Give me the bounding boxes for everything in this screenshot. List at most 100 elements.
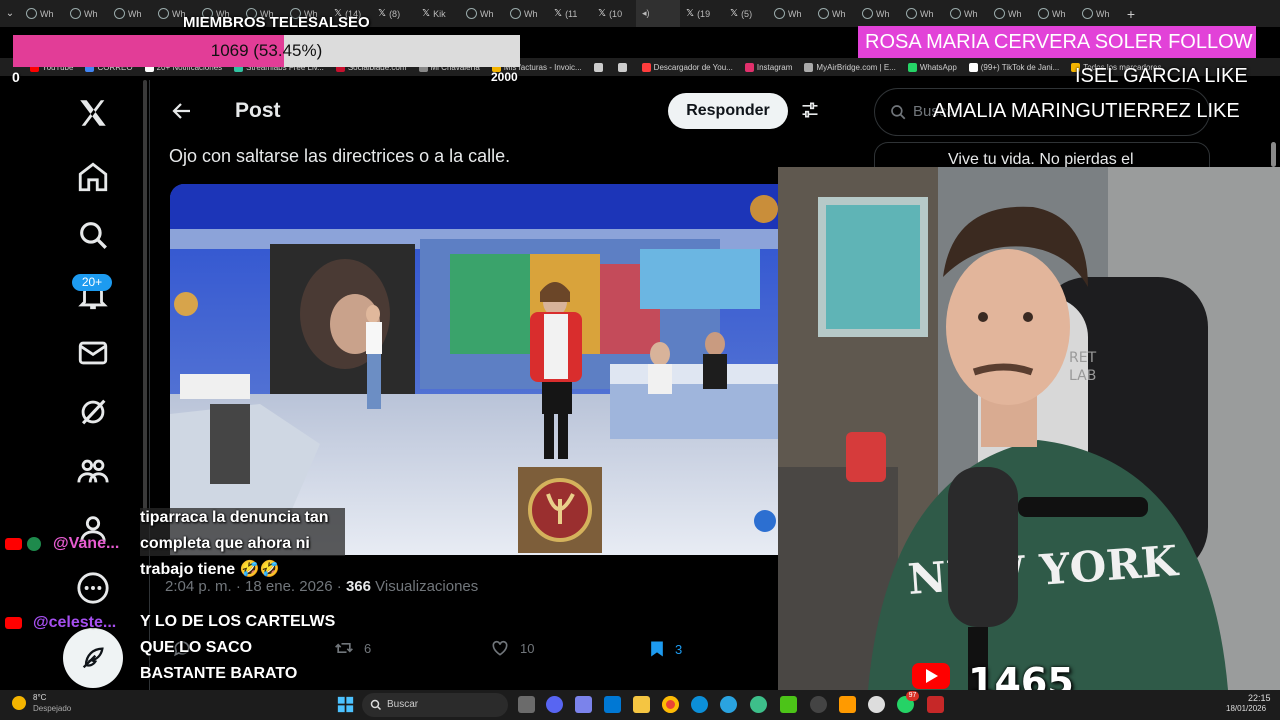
browser-tab[interactable]: 𝕏 (5) <box>724 0 768 27</box>
mail-app-icon[interactable] <box>604 696 621 713</box>
browser-tab-label: (10 <box>609 8 623 19</box>
browser-tab[interactable]: Wh <box>812 0 856 27</box>
app-icon[interactable] <box>780 696 797 713</box>
bookmark-label: Instagram <box>756 62 793 72</box>
feather-icon <box>82 647 104 669</box>
bookmark-favicon <box>907 62 917 72</box>
browser-tab-label: Kik <box>433 8 446 19</box>
like-count: 10 <box>520 640 535 656</box>
edge-icon[interactable] <box>691 696 708 713</box>
globe-icon <box>510 8 521 19</box>
goal-min-label: 0 <box>12 69 20 85</box>
follow-alert: ROSA MARIA CERVERA SOLER FOLLOW <box>858 26 1256 58</box>
communities-icon[interactable] <box>76 454 110 488</box>
bookmark-item[interactable]: Descargador de You... <box>641 62 733 72</box>
browser-tab[interactable]: Wh <box>64 0 108 27</box>
browser-tab-label: Wh <box>876 8 890 19</box>
browser-tab[interactable]: Wh <box>944 0 988 27</box>
goal-progress-text: 1069 (53.45%) <box>210 41 323 60</box>
compose-post-button[interactable] <box>63 628 123 688</box>
page-title: Post <box>235 99 281 122</box>
chat-username: @Vane... <box>53 535 120 552</box>
sliders-icon[interactable] <box>800 100 820 120</box>
youtube-icon <box>5 538 22 550</box>
bookmark-item[interactable]: WhatsApp <box>907 62 957 72</box>
browser-tab-label: Wh <box>832 8 846 19</box>
x-icon: 𝕏 <box>730 8 739 19</box>
tab-search-button[interactable]: ⌄ <box>0 8 20 19</box>
bookmark-item[interactable] <box>593 62 606 72</box>
weather-icon[interactable] <box>12 696 26 710</box>
browser-tab[interactable]: 𝕏 Kik <box>416 0 460 27</box>
app-icon[interactable] <box>750 696 767 713</box>
browser-tab[interactable]: Wh <box>504 0 548 27</box>
bookmark-item[interactable] <box>617 62 630 72</box>
bookmark-label: (99+) TikTok de Jani... <box>980 62 1060 72</box>
browser-tab[interactable]: 𝕏 (11 <box>548 0 592 27</box>
clock-time[interactable]: 22:15 <box>1248 693 1271 703</box>
x-logo-icon[interactable] <box>76 96 110 130</box>
windows-start-icon[interactable] <box>337 696 354 713</box>
mail-icon[interactable] <box>76 336 110 370</box>
file-explorer-icon[interactable] <box>633 696 650 713</box>
globe-icon <box>1082 8 1093 19</box>
browser-tab[interactable]: Wh <box>1076 0 1120 27</box>
webcam-feed: RET LAB NEW YORK <box>778 167 1280 690</box>
page-scrollbar[interactable] <box>143 80 147 520</box>
bookmark-item[interactable]: Instagram <box>744 62 793 72</box>
like-action[interactable]: 10 <box>488 638 534 658</box>
tweet-video[interactable] <box>170 184 780 555</box>
more-icon[interactable] <box>76 571 110 605</box>
page-scrollbar-thumb[interactable] <box>1271 142 1276 167</box>
bookmark-item[interactable]: (99+) TikTok de Jani... <box>968 62 1060 72</box>
app-icon[interactable] <box>868 696 885 713</box>
new-tab-button[interactable]: + <box>1120 6 1142 22</box>
home-icon[interactable] <box>76 160 110 194</box>
obs-icon[interactable] <box>810 696 827 713</box>
app-icon[interactable] <box>839 696 856 713</box>
app-icon[interactable] <box>927 696 944 713</box>
browser-tab[interactable]: Wh <box>900 0 944 27</box>
taskbar-search-input[interactable]: Buscar <box>362 693 508 717</box>
browser-tab[interactable]: Wh <box>460 0 504 27</box>
bookmark-action[interactable]: 3 <box>647 638 682 660</box>
browser-tab[interactable]: 𝕏 (8) <box>372 0 416 27</box>
chat-message: tiparraca la denuncia tan completa que a… <box>140 509 329 578</box>
globe-icon <box>774 8 785 19</box>
browser-tab[interactable]: Wh <box>988 0 1032 27</box>
browser-tab[interactable]: 𝕏 (19 <box>680 0 724 27</box>
browser-tab-label: Wh <box>1052 8 1066 19</box>
search-icon <box>370 699 382 711</box>
back-arrow-icon[interactable] <box>170 99 194 123</box>
chrome-icon[interactable] <box>662 696 679 713</box>
browser-tab[interactable]: Wh <box>768 0 812 27</box>
browser-tab-label: Wh <box>964 8 978 19</box>
grok-icon[interactable] <box>76 395 110 429</box>
browser-tab[interactable]: Wh <box>856 0 900 27</box>
teams-icon[interactable] <box>575 696 592 713</box>
bookmark-favicon <box>968 62 978 72</box>
reply-button[interactable]: Responder <box>668 93 788 129</box>
task-view-icon[interactable] <box>518 696 535 713</box>
clock-date[interactable]: 18/01/2026 <box>1226 704 1266 713</box>
browser-tab[interactable]: 𝕏 (10 <box>592 0 636 27</box>
discord-icon[interactable] <box>546 696 563 713</box>
browser-tab-label: Wh <box>480 8 494 19</box>
telegram-icon[interactable] <box>720 696 737 713</box>
browser-tab[interactable]: ◂) <box>636 0 680 27</box>
globe-icon <box>70 8 81 19</box>
browser-tab[interactable]: Wh <box>20 0 64 27</box>
browser-tab[interactable]: Wh <box>1032 0 1076 27</box>
x-icon: 𝕏 <box>554 8 563 19</box>
globe-icon <box>950 8 961 19</box>
windows-taskbar: 8°C Despejado Buscar 97 22:15 18/01/2026 <box>0 690 1280 720</box>
taskbar-search-placeholder: Buscar <box>387 699 419 710</box>
browser-tab[interactable]: Wh <box>108 0 152 27</box>
like-alert: ISEL GARCIA LIKE <box>1075 65 1248 87</box>
weather-temperature[interactable]: 8°C <box>33 693 46 702</box>
whatsapp-badge: 97 <box>906 691 919 701</box>
bookmark-item[interactable]: MyAirBridge.com | E... <box>804 62 896 72</box>
browser-tab-label: Wh <box>1008 8 1022 19</box>
weather-description[interactable]: Despejado <box>33 704 71 713</box>
search-icon[interactable] <box>76 218 110 252</box>
